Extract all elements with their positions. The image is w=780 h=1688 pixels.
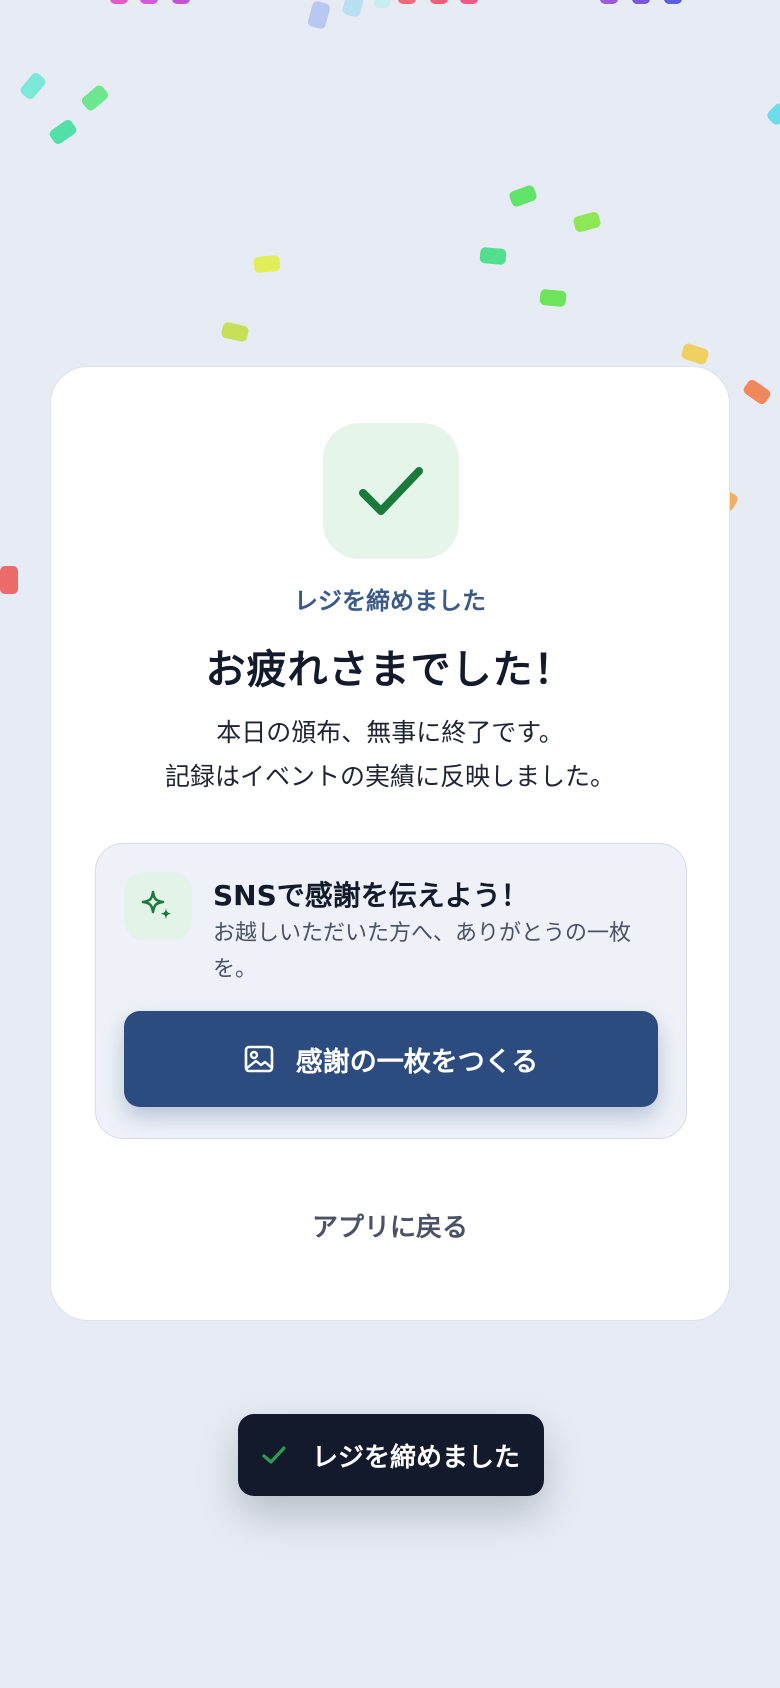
check-icon [359,467,423,515]
confetti-piece [0,566,18,594]
confetti-piece [741,377,773,407]
status-eyebrow: レジを締めました [294,587,486,615]
confetti-piece [600,0,618,4]
sparkle-icon [141,890,172,920]
create-thanks-image-button[interactable]: 感謝の一枚をつくる [124,1011,658,1107]
confetti-piece [539,288,567,308]
confetti-piece [398,0,416,4]
image-icon [244,1045,274,1073]
sns-share-panel: SNSで感謝を伝えよう！ お越しいただいた方へ、ありがとうの一枚を。 感謝の一枚… [95,843,687,1139]
sns-title: SNSで感謝を伝えよう！ [213,879,529,912]
confetti-piece [430,0,448,4]
confetti-piece [374,0,390,8]
confetti-piece [632,0,650,4]
check-badge [323,423,459,559]
confetti-piece [765,101,780,127]
sparkle-badge [124,872,192,940]
confetti-piece [110,0,128,4]
back-to-app-link[interactable]: アプリに戻る [51,1207,729,1244]
completion-message: 本日の頒布、無事に終了です。 記録はイベントの実績に反映しました。 [51,711,729,799]
sns-subtitle: お越しいただいた方へ、ありがとうの一枚を。 [213,921,632,982]
completion-message-line: 本日の頒布、無事に終了です。 [216,718,564,747]
create-thanks-image-label: 感謝の一枚をつくる [295,1046,539,1078]
confetti-piece [172,0,190,4]
toast-message: レジを締めました [311,1442,520,1473]
confetti-piece [479,246,507,266]
confetti-piece [220,321,250,343]
confetti-piece [680,342,710,366]
completion-message-line: 記録はイベントの実績に反映しました。 [164,762,615,791]
confetti-piece [460,0,478,4]
confetti-piece [572,210,602,234]
confetti-piece [140,0,158,4]
confetti-piece [306,0,332,30]
confetti-piece [341,0,365,18]
completion-card: レジを締めました お疲れさまでした！ 本日の頒布、無事に終了です。 記録はイベン… [50,366,730,1321]
page-title: お疲れさまでした！ [205,647,575,693]
check-icon [262,1446,286,1464]
toast-notification: レジを締めました [238,1414,544,1496]
confetti-piece [79,83,111,113]
confetti-piece [47,117,79,147]
confetti-piece [18,70,48,102]
confetti-piece [508,184,538,208]
confetti-piece [664,0,682,4]
confetti-piece [253,254,281,274]
